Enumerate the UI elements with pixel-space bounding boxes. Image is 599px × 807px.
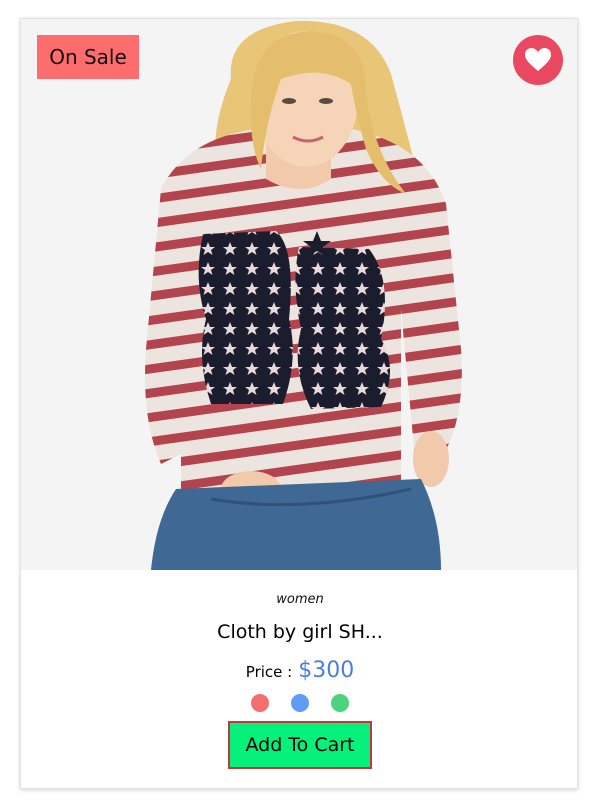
- product-category: women: [276, 592, 324, 607]
- product-image[interactable]: [21, 19, 578, 570]
- product-title[interactable]: Cloth by girl SH...: [21, 621, 577, 643]
- price-row: Price : $300: [21, 658, 577, 688]
- color-swatches: [21, 694, 577, 712]
- sale-badge: On Sale: [37, 35, 139, 79]
- product-info: women Cloth by girl SH... Price : $300 A…: [21, 570, 577, 788]
- add-to-cart-button[interactable]: Add To Cart: [228, 721, 372, 769]
- wishlist-button[interactable]: [513, 35, 563, 85]
- price-label: Price :: [245, 663, 293, 681]
- color-swatch-red[interactable]: [251, 694, 269, 712]
- color-swatch-blue[interactable]: [291, 694, 309, 712]
- product-card: On Sale women Cloth by girl SH... Price …: [20, 18, 578, 789]
- product-image-area[interactable]: On Sale: [21, 19, 578, 570]
- color-swatch-green[interactable]: [331, 694, 349, 712]
- price-value: $300: [298, 658, 355, 683]
- heart-icon: [525, 48, 551, 71]
